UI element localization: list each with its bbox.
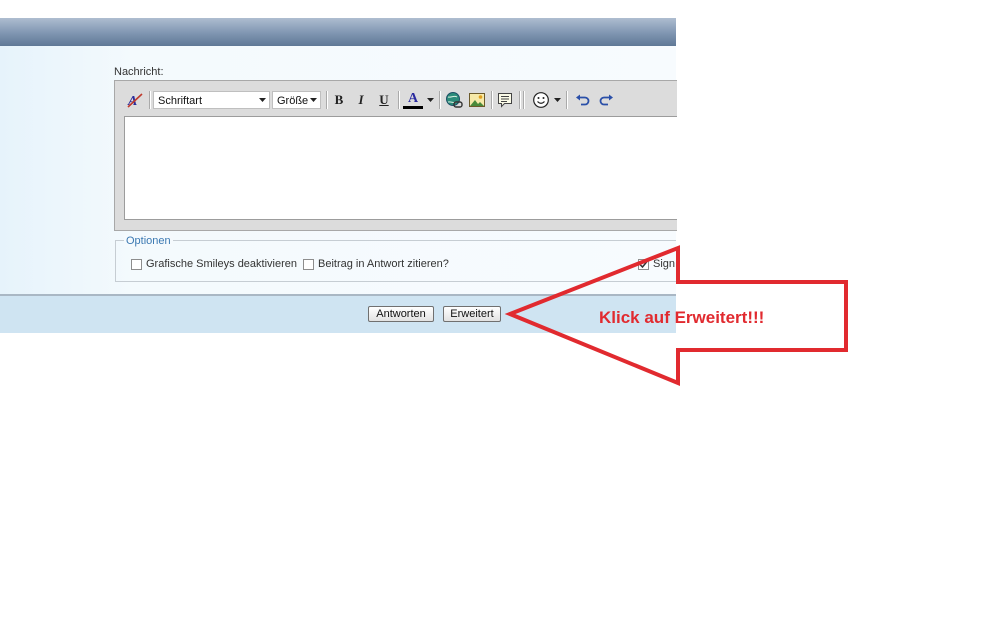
chevron-down-icon[interactable] xyxy=(553,90,562,110)
message-label: Nachricht: xyxy=(114,66,164,78)
signature-option[interactable]: Sign xyxy=(638,258,675,270)
message-editor: A Schriftart Größe B I U A xyxy=(114,80,677,231)
toolbar-separator xyxy=(491,91,493,109)
annotation-callout: Klick auf Erweitert!!! xyxy=(599,308,765,327)
chevron-down-icon xyxy=(308,92,318,108)
toolbar-separator xyxy=(519,91,521,109)
options-legend: Optionen xyxy=(124,235,173,247)
font-color-swatch xyxy=(403,105,423,109)
undo-icon[interactable] xyxy=(573,90,593,110)
reply-button[interactable]: Antworten xyxy=(368,306,434,322)
form-footer xyxy=(0,294,676,333)
quote-post-checkbox[interactable] xyxy=(303,258,314,270)
toolbar-separator xyxy=(439,91,441,109)
toolbar-separator xyxy=(398,91,400,109)
bold-button[interactable]: B xyxy=(329,90,349,110)
signature-checkbox[interactable] xyxy=(638,258,649,270)
font-select[interactable]: Schriftart xyxy=(153,91,270,109)
insert-link-icon[interactable] xyxy=(444,90,464,110)
italic-button[interactable]: I xyxy=(351,90,371,110)
quote-icon[interactable] xyxy=(495,90,515,110)
toolbar-separator xyxy=(566,91,568,109)
message-textarea[interactable] xyxy=(124,116,677,220)
toolbar-separator xyxy=(523,91,525,109)
font-select-value: Schriftart xyxy=(158,95,203,107)
disable-smileys-checkbox[interactable] xyxy=(131,258,142,270)
signature-label: Sign xyxy=(653,258,676,270)
smiley-icon[interactable] xyxy=(531,90,551,110)
font-color-button[interactable]: A xyxy=(402,90,424,110)
chevron-down-icon xyxy=(257,92,267,108)
insert-image-icon[interactable] xyxy=(467,90,487,110)
disable-smileys-label: Grafische Smileys deaktivieren xyxy=(146,258,298,270)
header-bar xyxy=(0,18,676,46)
quote-post-label: Beitrag in Antwort zitieren? xyxy=(318,258,449,270)
quote-post-option[interactable]: Beitrag in Antwort zitieren? xyxy=(303,258,449,270)
remove-format-icon[interactable]: A xyxy=(125,90,145,110)
size-select[interactable]: Größe xyxy=(272,91,321,109)
checkmark-icon xyxy=(639,260,648,268)
font-color-letter: A xyxy=(407,90,419,106)
toolbar-separator xyxy=(326,91,328,109)
editor-toolbar: A Schriftart Größe B I U A xyxy=(115,81,677,116)
redo-icon[interactable] xyxy=(596,90,616,110)
underline-button[interactable]: U xyxy=(374,90,394,110)
chevron-down-icon[interactable] xyxy=(426,90,435,110)
disable-smileys-option[interactable]: Grafische Smileys deaktivieren xyxy=(131,258,297,270)
size-select-value: Größe xyxy=(277,95,309,107)
toolbar-separator xyxy=(149,91,151,109)
advanced-button[interactable]: Erweitert xyxy=(443,306,501,322)
